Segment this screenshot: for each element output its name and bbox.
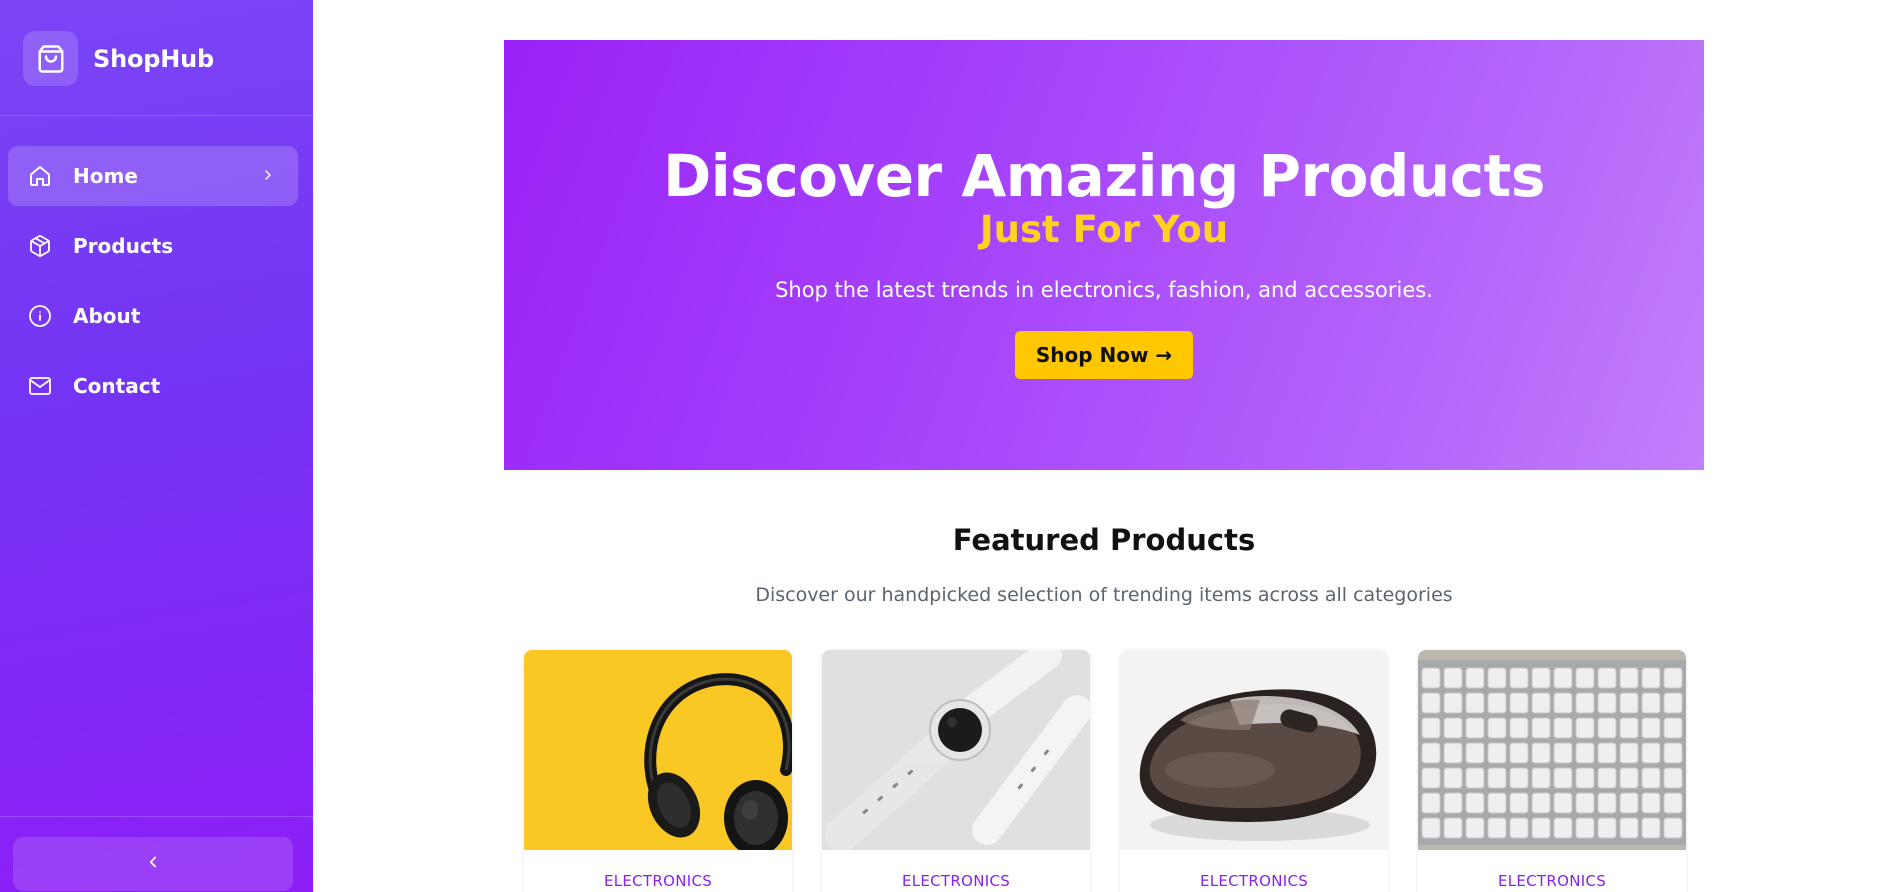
chevron-left-icon <box>144 853 162 875</box>
chevron-right-icon <box>260 164 276 188</box>
sidebar-nav: Home Products About Contact <box>8 146 298 426</box>
sidebar-item-about[interactable]: About <box>8 286 298 346</box>
mail-icon <box>27 373 53 399</box>
product-category: ELECTRONICS <box>901 872 1011 890</box>
collapse-sidebar-button[interactable] <box>13 837 293 891</box>
shop-now-button[interactable]: Shop Now → <box>1015 331 1193 379</box>
section-title: Featured Products <box>952 523 1256 557</box>
hero-title: Discover Amazing Products <box>663 142 1545 210</box>
product-card[interactable]: ELECTRONICS <box>822 650 1090 892</box>
info-icon <box>27 303 53 329</box>
product-card[interactable]: ELECTRONICS <box>1418 650 1686 892</box>
brand-name: ShopHub <box>93 44 214 73</box>
product-card[interactable]: ELECTRONICS <box>524 650 792 892</box>
product-image-wireless-mouse[interactable] <box>1120 650 1388 850</box>
hero-banner: Discover Amazing Products Just For You S… <box>504 40 1704 470</box>
sidebar-item-label: Products <box>73 234 174 258</box>
product-image-keyboard[interactable] <box>1418 650 1686 850</box>
product-image-smartwatch[interactable] <box>822 650 1090 850</box>
product-image-headphones[interactable] <box>524 650 792 850</box>
product-category: ELECTRONICS <box>1497 872 1607 890</box>
product-card[interactable]: ELECTRONICS <box>1120 650 1388 892</box>
box-icon <box>27 233 53 259</box>
sidebar-item-products[interactable]: Products <box>8 216 298 276</box>
sidebar-item-home[interactable]: Home <box>8 146 298 206</box>
product-category: ELECTRONICS <box>1199 872 1309 890</box>
sidebar-item-contact[interactable]: Contact <box>8 356 298 416</box>
sidebar: ShopHub Home Products About Contact <box>0 0 313 892</box>
hero-subtitle: Just For You <box>979 208 1229 251</box>
sidebar-item-label: Contact <box>73 374 161 398</box>
hero-description: Shop the latest trends in electronics, f… <box>775 278 1433 302</box>
brand[interactable]: ShopHub <box>23 31 214 86</box>
shopping-bag-icon <box>23 31 78 86</box>
home-icon <box>27 163 53 189</box>
sidebar-divider <box>0 115 313 116</box>
product-category: ELECTRONICS <box>603 872 713 890</box>
sidebar-item-label: Home <box>73 164 138 188</box>
section-subtitle: Discover our handpicked selection of tre… <box>755 584 1453 606</box>
sidebar-divider <box>0 816 313 817</box>
sidebar-item-label: About <box>73 304 141 328</box>
